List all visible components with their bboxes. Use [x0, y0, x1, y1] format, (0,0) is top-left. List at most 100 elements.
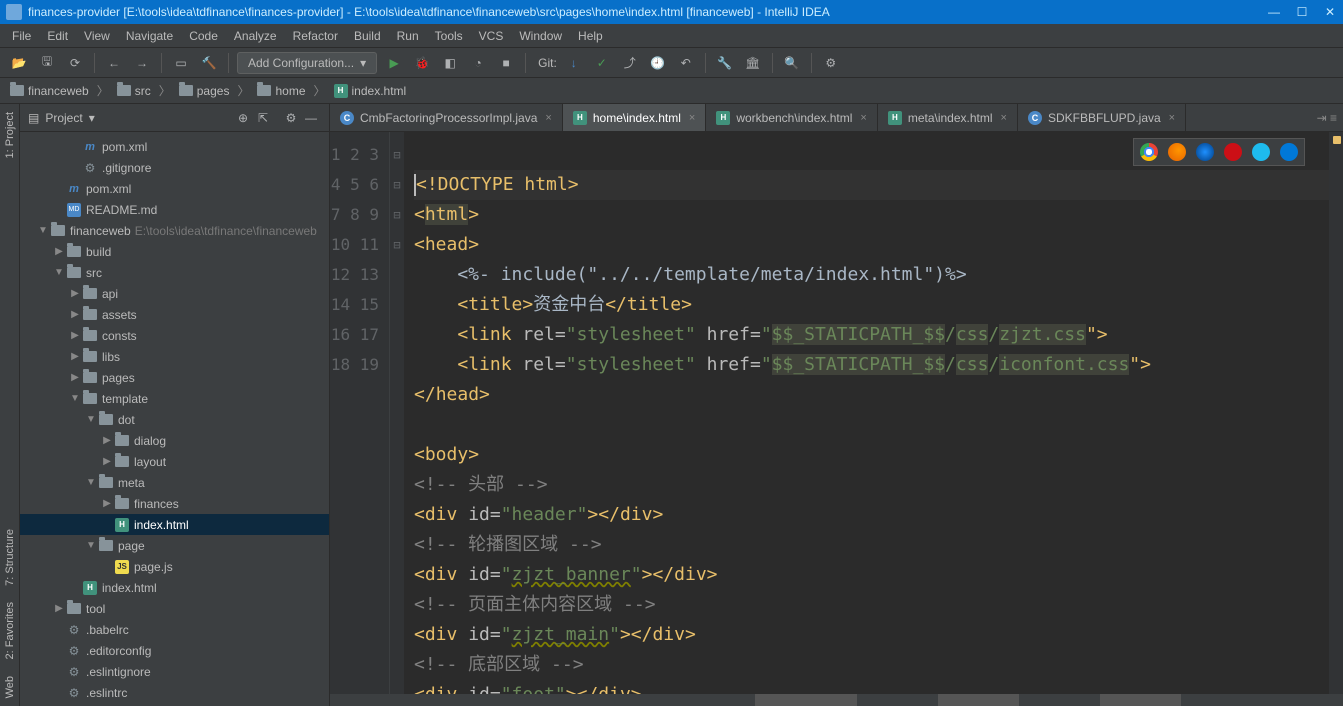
- tree-row[interactable]: ▼page: [20, 535, 329, 556]
- tree-row[interactable]: JSpage.js: [20, 556, 329, 577]
- edge-icon[interactable]: [1280, 143, 1298, 161]
- breadcrumb-item[interactable]: src: [113, 82, 155, 100]
- vcs-revert-icon[interactable]: ↶: [675, 52, 697, 74]
- close-button[interactable]: ✕: [1323, 5, 1337, 19]
- build-project-icon[interactable]: 🔨: [198, 52, 220, 74]
- menu-file[interactable]: File: [4, 26, 39, 46]
- tree-row[interactable]: ⚙.babelrc: [20, 619, 329, 640]
- breadcrumb-item[interactable]: Hindex.html: [330, 82, 411, 100]
- menu-refactor[interactable]: Refactor: [285, 26, 346, 46]
- warning-marker[interactable]: [1333, 136, 1341, 144]
- menu-code[interactable]: Code: [181, 26, 226, 46]
- tree-row[interactable]: mpom.xml: [20, 136, 329, 157]
- menu-edit[interactable]: Edit: [39, 26, 76, 46]
- tree-row[interactable]: ▶consts: [20, 325, 329, 346]
- editor-tab[interactable]: Hmeta\index.html×: [878, 104, 1018, 131]
- menu-view[interactable]: View: [76, 26, 118, 46]
- stop-icon[interactable]: ■: [495, 52, 517, 74]
- tree-row[interactable]: ▼src: [20, 262, 329, 283]
- tree-row[interactable]: ▼template: [20, 388, 329, 409]
- tree-row[interactable]: ▶dialog: [20, 430, 329, 451]
- tree-twistie[interactable]: ▼: [84, 414, 98, 425]
- tree-row[interactable]: Hindex.html: [20, 514, 329, 535]
- tree-twistie[interactable]: ▶: [52, 246, 66, 257]
- tree-row[interactable]: ▼meta: [20, 472, 329, 493]
- maximize-button[interactable]: ☐: [1295, 5, 1309, 19]
- editor-tab[interactable]: Hhome\index.html×: [563, 104, 706, 131]
- tab-close-icon[interactable]: ×: [1001, 112, 1007, 124]
- tab-close-icon[interactable]: ×: [545, 112, 551, 124]
- tree-row[interactable]: ▶finances: [20, 493, 329, 514]
- sync-icon[interactable]: ⟳: [64, 52, 86, 74]
- line-number-gutter[interactable]: 1 2 3 4 5 6 7 8 9 10 11 12 13 14 15 16 1…: [330, 132, 390, 694]
- firefox-icon[interactable]: [1168, 143, 1186, 161]
- minimize-button[interactable]: —: [1267, 5, 1281, 19]
- tree-row[interactable]: ▶assets: [20, 304, 329, 325]
- tree-row[interactable]: ▶pages: [20, 367, 329, 388]
- tree-row[interactable]: ▼dot: [20, 409, 329, 430]
- tab-overflow-icon[interactable]: ⇥ ≡: [1311, 104, 1343, 131]
- tree-twistie[interactable]: ▶: [52, 603, 66, 614]
- horizontal-scrollbar[interactable]: [330, 694, 1343, 706]
- menu-window[interactable]: Window: [511, 26, 570, 46]
- profile-icon[interactable]: ◔: [467, 52, 489, 74]
- fold-gutter[interactable]: ⊟ ⊟ ⊟ ⊟: [390, 132, 404, 694]
- tree-twistie[interactable]: ▶: [68, 288, 82, 299]
- ide-settings-icon[interactable]: ⚙: [820, 52, 842, 74]
- tree-row[interactable]: ▶build: [20, 241, 329, 262]
- forward-icon[interactable]: →: [131, 52, 153, 74]
- tree-row[interactable]: ⚙.gitignore: [20, 157, 329, 178]
- editor-tab[interactable]: CCmbFactoringProcessorImpl.java×: [330, 104, 563, 131]
- breadcrumb-item[interactable]: home: [253, 82, 309, 100]
- tree-row[interactable]: ▶api: [20, 283, 329, 304]
- error-stripe[interactable]: [1329, 132, 1343, 694]
- chrome-icon[interactable]: [1140, 143, 1158, 161]
- tree-row[interactable]: ▼financewebE:\tools\idea\tdfinance\finan…: [20, 220, 329, 241]
- tree-row[interactable]: ▶libs: [20, 346, 329, 367]
- menu-analyze[interactable]: Analyze: [226, 26, 285, 46]
- gear-icon[interactable]: ⚙: [281, 111, 301, 125]
- menu-help[interactable]: Help: [570, 26, 611, 46]
- project-tree[interactable]: mpom.xml⚙.gitignorempom.xmlMDREADME.md▼f…: [20, 132, 329, 706]
- back-icon[interactable]: ←: [103, 52, 125, 74]
- vcs-compare-icon[interactable]: ⤴: [619, 52, 641, 74]
- run-icon[interactable]: ▶: [383, 52, 405, 74]
- coverage-icon[interactable]: ◧: [439, 52, 461, 74]
- tree-twistie[interactable]: ▶: [100, 456, 114, 467]
- collapse-all-icon[interactable]: ⇱: [253, 111, 273, 125]
- tree-row[interactable]: mpom.xml: [20, 178, 329, 199]
- settings-wrench-icon[interactable]: 🔧: [714, 52, 736, 74]
- tree-row[interactable]: Hindex.html: [20, 577, 329, 598]
- safari-icon[interactable]: [1196, 143, 1214, 161]
- tab-close-icon[interactable]: ×: [860, 112, 866, 124]
- tree-twistie[interactable]: ▼: [36, 225, 50, 236]
- project-structure-icon[interactable]: 🏛: [742, 52, 764, 74]
- run-configuration-dropdown[interactable]: Add Configuration... ▾: [237, 52, 377, 74]
- tree-twistie[interactable]: ▶: [100, 435, 114, 446]
- hide-icon[interactable]: —: [301, 111, 321, 125]
- tree-twistie[interactable]: ▼: [84, 477, 98, 488]
- tree-row[interactable]: ⚙.eslintignore: [20, 661, 329, 682]
- tree-row[interactable]: ⚙.editorconfig: [20, 640, 329, 661]
- breadcrumb-item[interactable]: financeweb: [6, 82, 93, 100]
- tree-twistie[interactable]: ▶: [68, 351, 82, 362]
- menu-tools[interactable]: Tools: [427, 26, 471, 46]
- tree-row[interactable]: ▶tool: [20, 598, 329, 619]
- vcs-commit-icon[interactable]: ✓: [591, 52, 613, 74]
- menu-vcs[interactable]: VCS: [471, 26, 512, 46]
- tree-row[interactable]: ⚙.eslintrc: [20, 682, 329, 703]
- tree-twistie[interactable]: ▶: [68, 330, 82, 341]
- vcs-history-icon[interactable]: 🕘: [647, 52, 669, 74]
- save-all-icon[interactable]: 🖫: [36, 52, 58, 74]
- tree-row[interactable]: ▶layout: [20, 451, 329, 472]
- build-icon[interactable]: ▭: [170, 52, 192, 74]
- debug-icon[interactable]: 🐞: [411, 52, 433, 74]
- tree-twistie[interactable]: ▶: [68, 372, 82, 383]
- code-editor[interactable]: <!DOCTYPE html> <html> <head> <%- includ…: [404, 132, 1329, 694]
- tree-twistie[interactable]: ▼: [68, 393, 82, 404]
- opera-icon[interactable]: [1224, 143, 1242, 161]
- tree-twistie[interactable]: ▶: [68, 309, 82, 320]
- stripe-project[interactable]: 1: Project: [2, 104, 18, 166]
- stripe-structure[interactable]: 7: Structure: [2, 521, 18, 594]
- open-icon[interactable]: 📂: [8, 52, 30, 74]
